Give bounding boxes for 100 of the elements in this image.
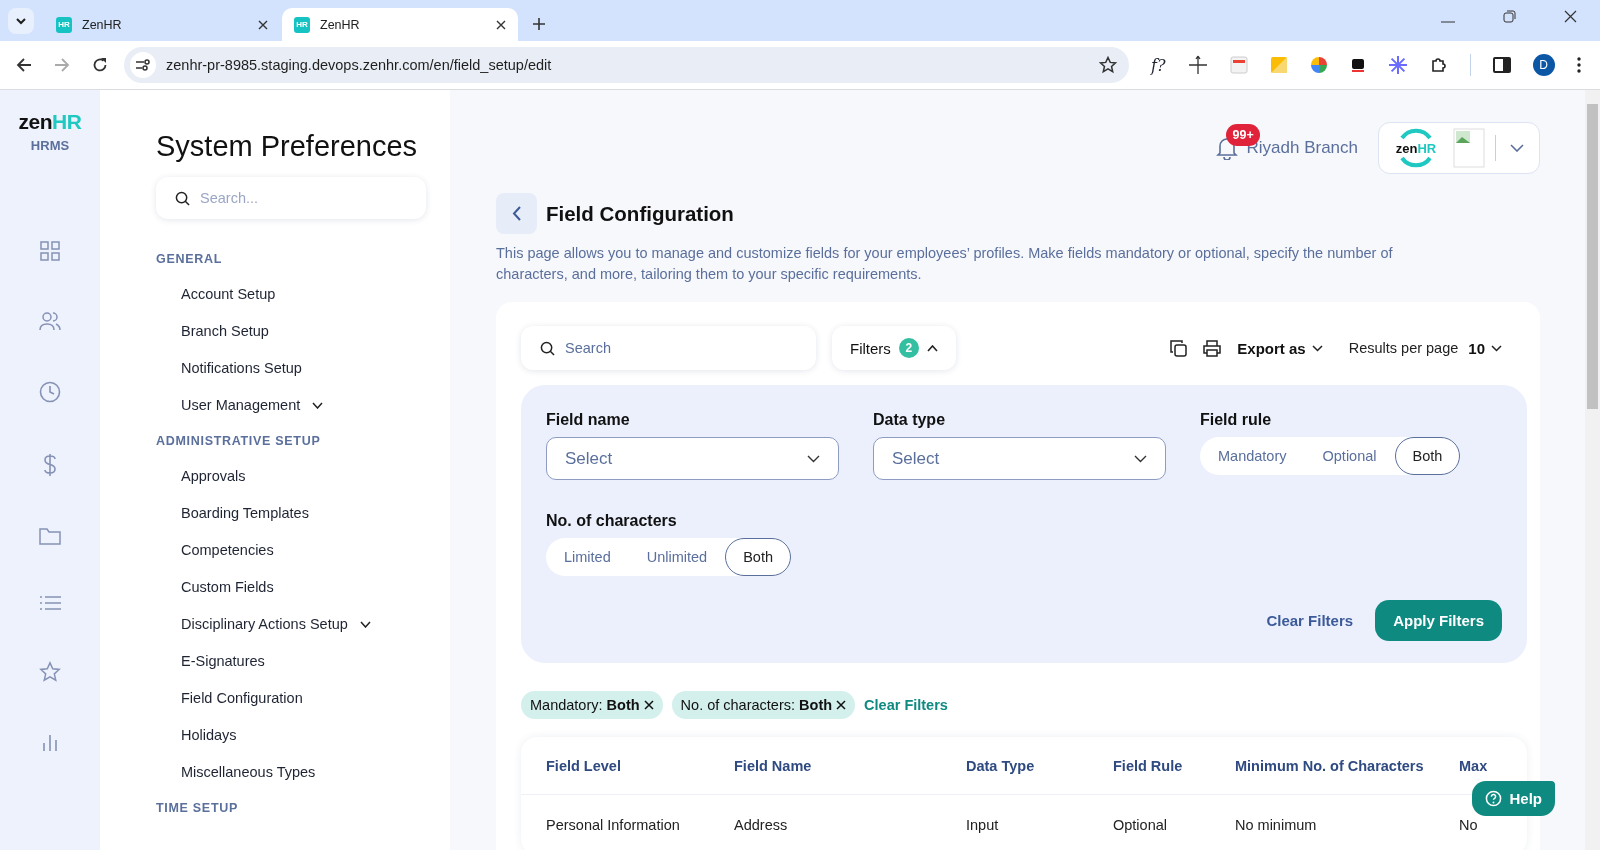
table-cell-text: Optional — [1113, 817, 1168, 833]
apply-filters-button[interactable]: Apply Filters — [1375, 600, 1502, 641]
puzzle-icon[interactable] — [1429, 56, 1448, 74]
logo: zenHR — [18, 110, 82, 134]
remove-icon[interactable] — [643, 700, 654, 710]
export-button[interactable]: Export as — [1237, 339, 1323, 357]
search-field[interactable]: Search... — [156, 177, 426, 219]
chevron-down-icon — [1311, 344, 1323, 352]
search-field[interactable]: Search — [521, 326, 816, 370]
side-panel-icon[interactable] — [1492, 57, 1511, 73]
panel-title: System Preferences — [156, 130, 419, 163]
snowflake-icon[interactable] — [1387, 55, 1408, 75]
tab-list-button[interactable] — [8, 8, 34, 34]
move-icon[interactable] — [1187, 55, 1208, 75]
scrollbar[interactable] — [1585, 90, 1600, 850]
site-settings-icon[interactable] — [130, 52, 156, 78]
close-icon[interactable] — [1564, 10, 1577, 23]
menu-item[interactable]: Miscellaneous Types — [181, 764, 426, 781]
page-title: Field Configuration — [546, 201, 734, 226]
select-field[interactable]: Select — [873, 437, 1166, 480]
table-cell-text: Personal Information — [546, 817, 681, 833]
column-header: Minimum No. of Characters — [1235, 757, 1425, 774]
filter-count-badge: 2 — [898, 338, 919, 358]
column-header: Data Type — [966, 757, 1036, 774]
star-icon[interactable] — [39, 661, 61, 683]
restore-icon[interactable] — [1503, 10, 1516, 23]
menu-item[interactable]: E-Signatures — [181, 653, 426, 670]
menu-item[interactable]: Holidays — [181, 727, 426, 744]
column-header: Field Name — [734, 757, 813, 774]
menu-item[interactable]: Field Configuration — [181, 690, 426, 707]
copy-icon[interactable] — [1170, 339, 1188, 357]
dashboard-icon[interactable] — [40, 241, 60, 261]
column-header: Field Level — [546, 757, 622, 774]
menu-item[interactable]: User Management — [181, 397, 426, 414]
broken-image-icon — [1453, 128, 1485, 168]
section-heading: ADMINISTRATIVE SETUP — [156, 434, 322, 448]
filters-button[interactable]: Filters 2 — [832, 326, 956, 370]
clear-filters-link[interactable]: Clear Filters — [864, 697, 948, 713]
results-per-page-select[interactable]: 10 — [1468, 339, 1502, 357]
segment-option[interactable]: Optional — [1304, 437, 1395, 475]
menu-item[interactable]: Branch Setup — [181, 323, 426, 340]
star-icon[interactable] — [1099, 56, 1117, 74]
menu-item[interactable]: Approvals — [181, 468, 426, 485]
account-switcher[interactable]: zenHR — [1378, 122, 1540, 174]
people-icon[interactable] — [39, 311, 61, 331]
menu-item[interactable]: Notifications Setup — [181, 360, 426, 377]
filter-label: Field rule — [1200, 411, 1273, 429]
clock-icon[interactable] — [39, 381, 61, 403]
filter-chip[interactable]: No. of characters: Both — [671, 691, 856, 719]
back-button[interactable] — [496, 193, 537, 234]
new-tab-icon[interactable] — [532, 17, 546, 31]
table-cell-text: No minimum — [1235, 817, 1318, 833]
menu-item[interactable]: Account Setup — [181, 286, 426, 303]
select-field[interactable]: Select — [546, 437, 839, 480]
segment-option[interactable]: Mandatory — [1200, 437, 1305, 475]
menu-item[interactable]: Disciplinary Actions Setup — [181, 616, 426, 633]
chevron-icon — [926, 344, 938, 352]
chevron-down-icon — [1134, 454, 1147, 463]
profile-avatar[interactable]: D — [1532, 54, 1555, 76]
chevron-down-icon — [1491, 344, 1502, 352]
chevron-down-icon — [15, 17, 27, 25]
print-icon[interactable] — [1203, 339, 1222, 357]
close-icon[interactable] — [258, 19, 268, 30]
segment-option[interactable]: Limited — [546, 538, 629, 576]
extension-icon[interactable] — [1349, 57, 1366, 73]
address-bar[interactable]: zenhr-pr-8985.staging.devops.zenhr.com/en/field_setup/edit — [124, 47, 1129, 83]
chevron-down-icon — [807, 454, 820, 463]
section-heading: GENERAL — [156, 252, 223, 266]
page-description: This page allows you to manage and customize fields for your employees’ profiles. Make fields mandatory or optional, specify the number of characters, and more, tailoring them to your specific requirements. — [496, 244, 1394, 284]
filter-label: No. of characters — [546, 512, 678, 530]
reload-icon[interactable] — [92, 57, 108, 73]
segment-option[interactable]: Unlimited — [628, 538, 726, 576]
clear-filters-button[interactable]: Clear Filters — [1260, 611, 1360, 630]
table-cell: No — [1459, 817, 1478, 833]
table-cell-text: Input — [966, 817, 1000, 833]
filter-label: Data type — [873, 411, 947, 429]
formula-extension-icon[interactable]: f? — [1151, 55, 1166, 75]
menu-icon[interactable] — [1576, 57, 1581, 73]
chevron-down-icon — [1510, 144, 1524, 152]
calendar-icon[interactable] — [1229, 56, 1248, 74]
remove-icon[interactable] — [836, 700, 847, 710]
section-heading: TIME SETUP — [156, 801, 239, 815]
question-icon — [1485, 790, 1503, 807]
company-logo: zenHR — [1393, 125, 1439, 171]
color-wheel-icon[interactable] — [1309, 56, 1328, 74]
filter-label: Field name — [546, 411, 631, 429]
logo-subtitle: HRMS — [30, 138, 70, 153]
dollar-icon[interactable] — [43, 453, 57, 477]
menu-item[interactable]: Boarding Templates — [181, 505, 426, 522]
column-header: Max — [1459, 757, 1488, 774]
favicon-icon: HR — [294, 16, 310, 33]
browser-tab[interactable]: HR ZenHR — [282, 8, 518, 41]
menu-item[interactable]: Custom Fields — [181, 579, 426, 596]
close-icon[interactable] — [496, 19, 506, 30]
back-icon[interactable] — [16, 57, 32, 73]
help-button[interactable]: Help — [1472, 781, 1555, 816]
filter-chip[interactable]: Mandatory: Both — [521, 691, 663, 719]
menu-item[interactable]: Competencies — [181, 542, 426, 559]
browser-tab[interactable]: HR ZenHR — [44, 8, 280, 41]
search-icon — [175, 191, 190, 206]
